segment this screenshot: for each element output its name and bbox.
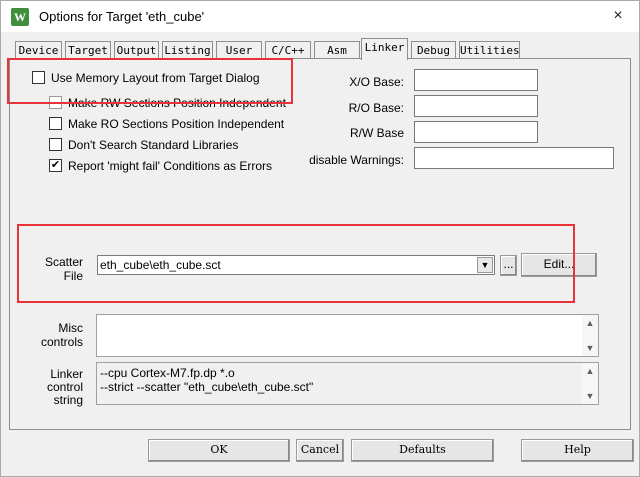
misc-scrollbar[interactable]: ▲ ▼	[582, 315, 598, 356]
scroll-up-icon[interactable]: ▲	[582, 315, 598, 331]
misc-controls-textarea[interactable]: ▲ ▼	[96, 314, 599, 357]
might-fail-label: Report 'might fail' Conditions as Errors	[68, 159, 272, 173]
defaults-button[interactable]: Defaults	[351, 439, 494, 462]
help-button[interactable]: Help	[521, 439, 634, 462]
xo-base-label: X/O Base:	[349, 75, 404, 89]
scroll-up-icon[interactable]: ▲	[582, 363, 598, 379]
tab-debug[interactable]: Debug	[411, 41, 456, 59]
linker-string-line1: --cpu Cortex-M7.fp.dp *.o	[100, 366, 235, 380]
tab-utilities[interactable]: Utilities	[459, 41, 520, 59]
highlight-box-memory-layout	[7, 58, 293, 104]
scroll-down-icon[interactable]: ▼	[582, 388, 598, 404]
misc-label-line2: controls	[40, 335, 83, 349]
ro-base-label: R/O Base:	[348, 101, 404, 115]
window-title: Options for Target 'eth_cube'	[39, 9, 205, 24]
scroll-down-icon[interactable]: ▼	[582, 340, 598, 356]
ro-independent-checkbox[interactable]	[49, 117, 62, 130]
disable-warnings-input[interactable]	[414, 147, 614, 169]
rw-base-input[interactable]	[414, 121, 538, 143]
close-icon[interactable]: ×	[601, 3, 635, 29]
options-dialog: W Options for Target 'eth_cube' × Device…	[0, 0, 640, 477]
ro-base-input[interactable]	[414, 95, 538, 117]
misc-label-line1: Misc	[58, 321, 83, 335]
tab-output[interactable]: Output	[114, 41, 159, 59]
tab-device[interactable]: Device	[15, 41, 62, 59]
title-bar: W Options for Target 'eth_cube' ×	[1, 1, 639, 32]
xo-base-input[interactable]	[414, 69, 538, 91]
rw-base-label: R/W Base	[349, 126, 404, 140]
tab-asm[interactable]: Asm	[314, 41, 360, 59]
ok-button[interactable]: OK	[148, 439, 290, 462]
tab-linker[interactable]: Linker	[361, 38, 408, 60]
no-std-libs-label: Don't Search Standard Libraries	[68, 138, 239, 152]
tab-target[interactable]: Target	[65, 41, 111, 59]
tab-user[interactable]: User	[216, 41, 262, 59]
linker-string-line2: --strict --scatter "eth_cube\eth_cube.sc…	[100, 380, 314, 394]
might-fail-checkbox[interactable]: ✔	[49, 159, 62, 172]
disable-warnings-label: disable Warnings:	[309, 153, 404, 167]
highlight-box-scatter-file	[17, 224, 575, 303]
linker-label-line3: string	[53, 393, 83, 407]
linker-label-line2: control	[46, 380, 83, 394]
keil-app-icon: W	[11, 8, 29, 26]
tab-listing[interactable]: Listing	[162, 41, 213, 59]
linker-scrollbar[interactable]: ▲ ▼	[582, 363, 598, 404]
no-std-libs-checkbox[interactable]	[49, 138, 62, 151]
linker-string-textarea[interactable]: --cpu Cortex-M7.fp.dp *.o --strict --sca…	[96, 362, 599, 405]
ro-independent-label: Make RO Sections Position Independent	[68, 117, 285, 131]
linker-label-line1: Linker	[50, 367, 83, 381]
tab-cc[interactable]: C/C++	[265, 41, 311, 59]
cancel-button[interactable]: Cancel	[296, 439, 344, 462]
